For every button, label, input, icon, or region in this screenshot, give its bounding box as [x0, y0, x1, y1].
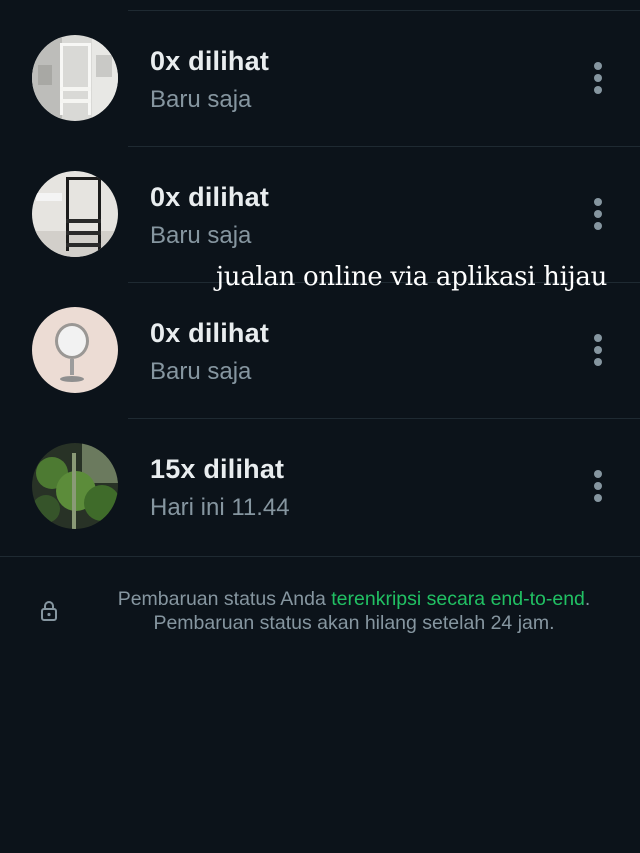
- status-view-count: 0x dilihat: [150, 182, 270, 212]
- more-options-icon[interactable]: [586, 196, 610, 232]
- more-options-icon[interactable]: [586, 60, 610, 96]
- status-thumbnail[interactable]: [32, 35, 118, 121]
- status-thumbnail[interactable]: [32, 171, 118, 257]
- overlay-caption: jualan online via aplikasi hijau: [216, 262, 608, 292]
- status-timestamp: Baru saja: [150, 222, 252, 249]
- status-view-count: 0x dilihat: [150, 318, 270, 348]
- black-rack-photo-icon: [32, 171, 118, 257]
- status-thumbnail[interactable]: [32, 443, 118, 529]
- encryption-text-end: .: [584, 588, 591, 610]
- end-to-end-encryption-link[interactable]: terenkripsi secara end-to-end: [331, 588, 585, 610]
- plants-photo-icon: [32, 443, 118, 529]
- status-row[interactable]: 0x dilihat Baru saja: [0, 282, 640, 418]
- status-timestamp: Hari ini 11.44: [150, 494, 290, 521]
- status-expiry-notice: Pembaruan status akan hilang setelah 24 …: [153, 612, 555, 634]
- white-rack-photo-icon: [32, 35, 118, 121]
- section-divider: [0, 556, 640, 557]
- status-timestamp: Baru saja: [150, 86, 252, 113]
- mirror-photo-icon: [32, 307, 118, 393]
- status-thumbnail[interactable]: [32, 307, 118, 393]
- encryption-text: Pembaruan status Anda: [117, 588, 332, 610]
- status-timestamp: Baru saja: [150, 358, 252, 385]
- status-view-count: 15x dilihat: [150, 454, 285, 484]
- lock-icon: [41, 601, 57, 621]
- more-options-icon[interactable]: [586, 332, 610, 368]
- status-row[interactable]: 0x dilihat Baru saja: [0, 10, 640, 146]
- status-view-count: 0x dilihat: [150, 46, 270, 76]
- more-options-icon[interactable]: [586, 468, 610, 504]
- status-row[interactable]: 15x dilihat Hari ini 11.44: [0, 418, 640, 554]
